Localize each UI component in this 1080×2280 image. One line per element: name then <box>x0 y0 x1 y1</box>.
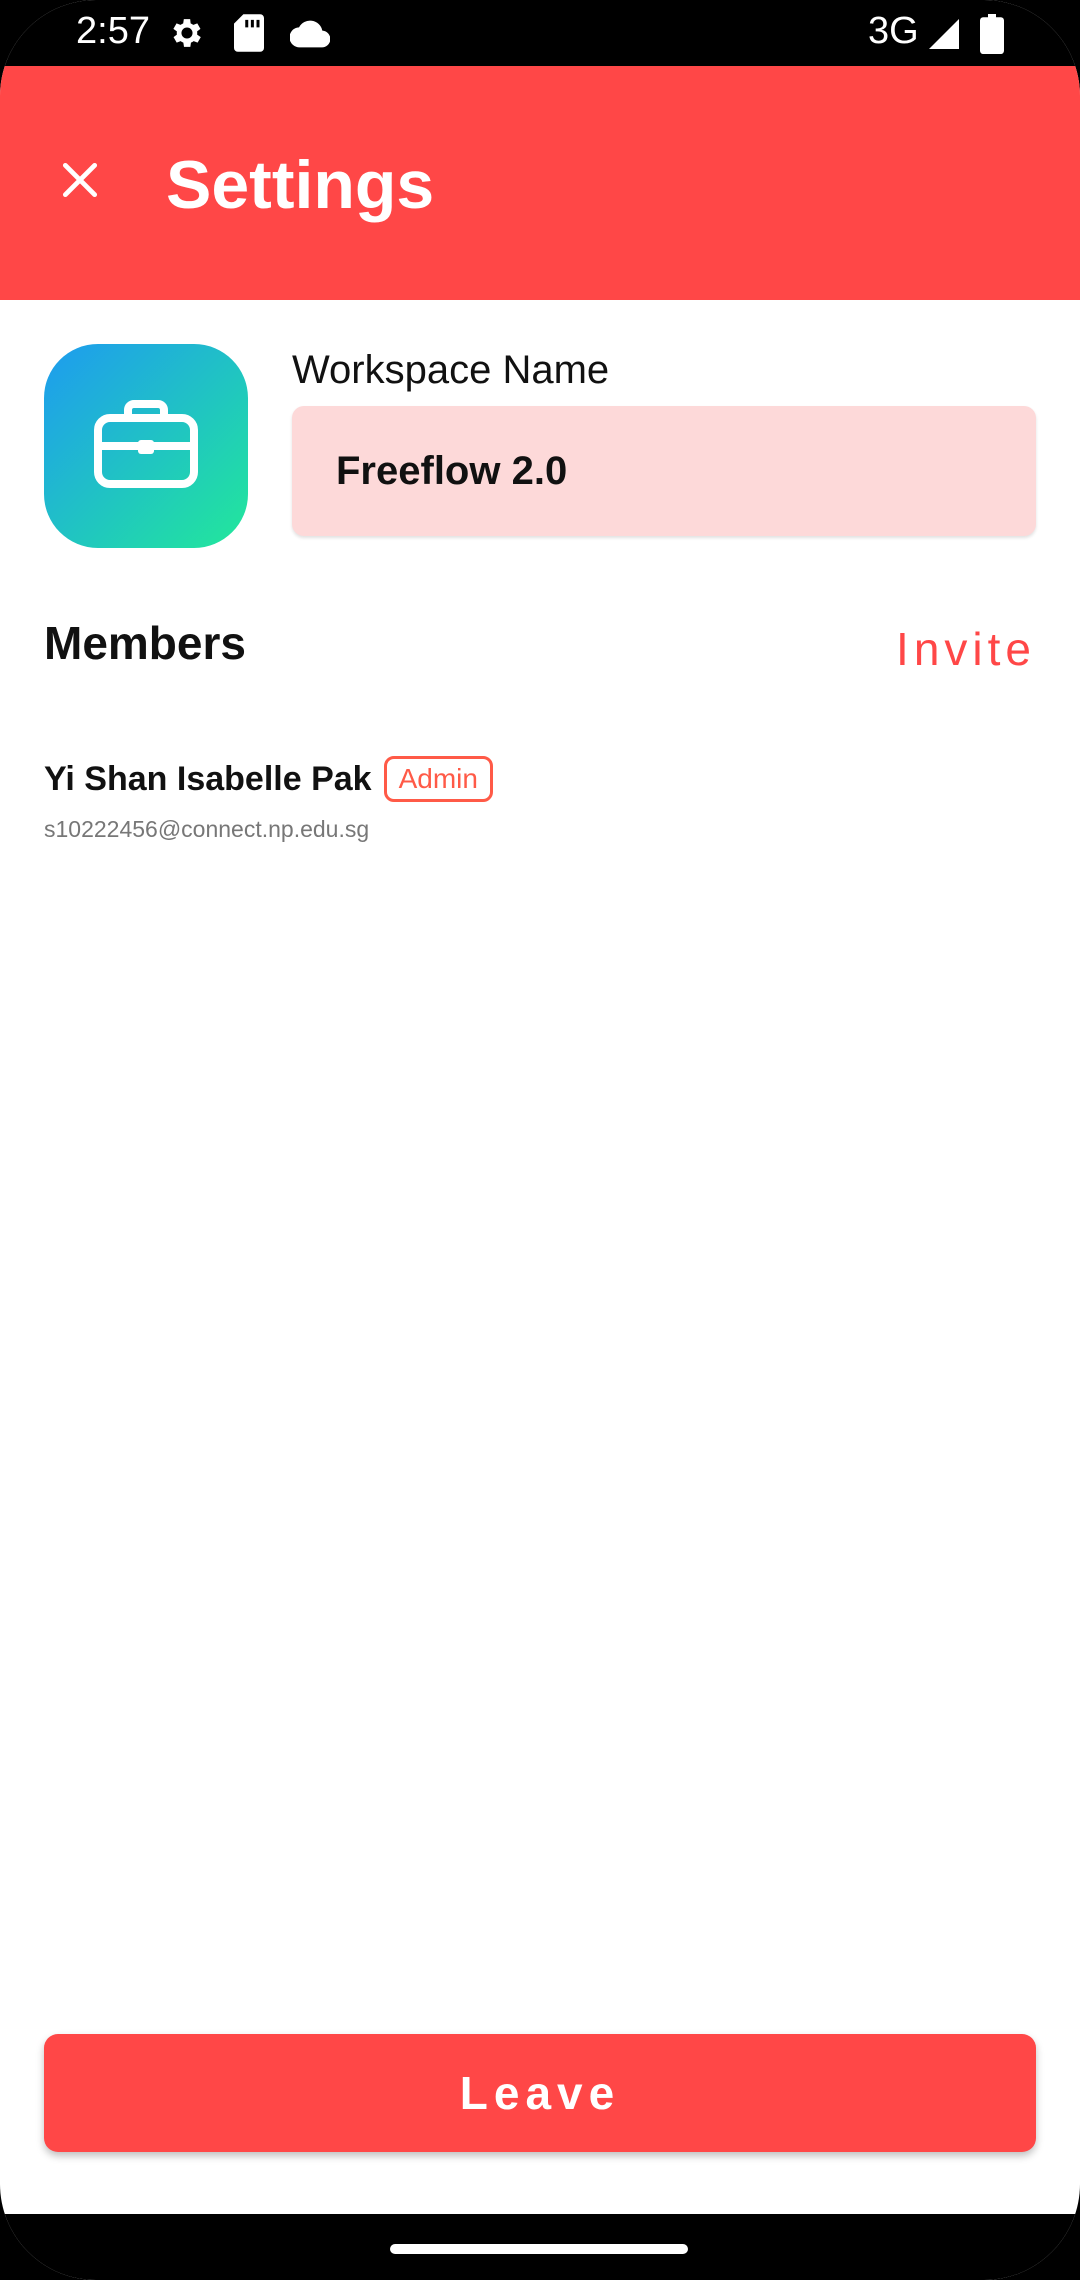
member-name-line: Yi Shan Isabelle Pak Admin <box>44 756 1034 802</box>
status-time: 2:57 <box>76 10 150 52</box>
member-name: Yi Shan Isabelle Pak <box>44 759 372 798</box>
leave-button[interactable]: Leave <box>44 2034 1036 2152</box>
workspace-name-label: Workspace Name <box>292 348 610 392</box>
cloud-icon <box>289 20 331 53</box>
gear-icon <box>168 14 206 57</box>
status-bar: 2:57 3G <box>0 0 1080 66</box>
home-handle[interactable] <box>390 2244 688 2254</box>
network-type: 3G <box>868 10 919 52</box>
sd-card-icon <box>234 14 264 57</box>
app-bar: Settings <box>0 66 1080 300</box>
member-list-item[interactable]: Yi Shan Isabelle Pak Admin s10222456@con… <box>44 756 1034 843</box>
screen: 2:57 3G Settings Workspace Name Freeflow… <box>0 0 1080 2280</box>
page-title: Settings <box>166 147 435 223</box>
signal-icon <box>926 16 962 57</box>
workspace-name-input[interactable] <box>292 406 1036 536</box>
navigation-bar <box>0 2214 1080 2280</box>
invite-button[interactable]: Invite <box>896 622 1036 676</box>
briefcase-icon <box>94 398 198 495</box>
members-heading: Members <box>44 617 246 669</box>
workspace-avatar[interactable] <box>44 344 248 548</box>
role-badge: Admin <box>383 756 493 802</box>
close-button[interactable] <box>46 148 114 216</box>
member-email: s10222456@connect.np.edu.sg <box>44 816 370 842</box>
battery-icon <box>980 14 1004 59</box>
close-icon <box>58 158 102 207</box>
